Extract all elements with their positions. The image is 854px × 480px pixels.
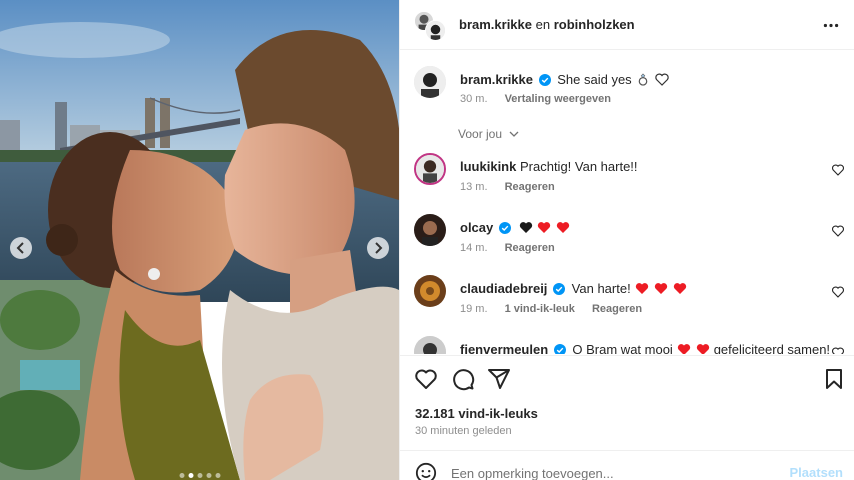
- reply-button[interactable]: Reageren: [505, 181, 555, 193]
- comment-time: 13 m.: [460, 181, 488, 193]
- like-count[interactable]: 32.181 vind-ik-leuks: [415, 406, 538, 421]
- red-heart-icon: [673, 283, 686, 294]
- translate-link[interactable]: Vertaling weergeven: [505, 93, 611, 105]
- post-header: bram.krikke en robinholzken: [400, 0, 854, 50]
- heart-outline-emoji-icon: [655, 73, 669, 86]
- reply-button[interactable]: Reageren: [592, 303, 642, 315]
- comment-username[interactable]: olcay: [460, 220, 493, 235]
- chevron-left-icon: [16, 242, 24, 254]
- comment-time: 14 m.: [460, 242, 488, 254]
- comments-list[interactable]: bram.krikke She said yes 30 m. Vertaling…: [400, 51, 854, 354]
- avatar[interactable]: [414, 66, 446, 98]
- next-photo-button[interactable]: [367, 237, 389, 259]
- verified-icon: [553, 344, 566, 354]
- more-icon: [823, 23, 839, 27]
- more-options-button[interactable]: [821, 15, 841, 35]
- avatar[interactable]: [414, 153, 446, 185]
- comment-username[interactable]: luukikink: [460, 159, 516, 174]
- reply-button[interactable]: Reageren: [505, 242, 555, 254]
- comment-row: luukikink Prachtig! Van harte!! 13 m. Re…: [414, 153, 844, 198]
- comment-like-count[interactable]: 1 vind-ik-leuk: [505, 303, 575, 315]
- heart-icon[interactable]: [832, 225, 844, 237]
- avatar[interactable]: [414, 336, 446, 354]
- photo-image: [0, 0, 399, 480]
- avatar[interactable]: [414, 214, 446, 246]
- post-time: 30 minuten geleden: [415, 425, 512, 437]
- comment-text-continued: gefeliciteerd samen!: [713, 342, 831, 354]
- carousel-dot: [215, 473, 220, 478]
- verified-icon: [498, 222, 511, 234]
- caption-time: 30 m.: [460, 93, 488, 105]
- comment-text: Prachtig! Van harte!!: [519, 159, 638, 174]
- caption: bram.krikke She said yes 30 m. Vertaling…: [414, 66, 844, 111]
- red-heart-icon: [636, 283, 649, 294]
- caption-text: She said yes: [557, 72, 632, 87]
- black-heart-icon: [519, 222, 532, 233]
- comment-text: O Bram wat mooi: [572, 342, 673, 354]
- verified-icon: [538, 74, 551, 86]
- caption-username[interactable]: bram.krikke: [460, 72, 533, 87]
- avatar[interactable]: [414, 275, 446, 307]
- comment-text: Van harte!: [571, 281, 631, 296]
- previous-photo-button[interactable]: [10, 237, 32, 259]
- carousel-dot: [179, 473, 184, 478]
- red-heart-icon: [537, 222, 551, 233]
- heart-icon[interactable]: [832, 347, 844, 354]
- collaborator-username[interactable]: robinholzken: [554, 17, 635, 32]
- red-heart-icon: [696, 344, 710, 354]
- comment-time: 19 m.: [460, 303, 488, 315]
- comment-username[interactable]: claudiadebreij: [460, 281, 547, 296]
- smile-icon[interactable]: [415, 462, 437, 480]
- comments-filter-button[interactable]: Voor jou: [458, 127, 519, 141]
- bookmark-icon[interactable]: [822, 367, 846, 391]
- comment-icon[interactable]: [451, 367, 475, 391]
- like-heart-icon[interactable]: [414, 367, 438, 391]
- heart-icon[interactable]: [832, 286, 844, 298]
- heart-icon[interactable]: [832, 164, 844, 176]
- chevron-right-icon: [375, 242, 383, 254]
- post-author-line: bram.krikke en robinholzken: [459, 17, 635, 32]
- comment-composer: Plaatsen: [400, 450, 854, 480]
- ring-icon: [638, 73, 648, 86]
- collab-avatars[interactable]: [414, 11, 446, 41]
- comments-filter-label: Voor jou: [458, 127, 503, 141]
- author-joiner: en: [535, 17, 551, 32]
- author-username[interactable]: bram.krikke: [459, 17, 532, 32]
- post-actions: 32.181 vind-ik-leuks 30 minuten geleden: [400, 355, 854, 450]
- comment-row: olcay 14 m. Reageren: [414, 214, 844, 259]
- carousel-dot: [188, 473, 193, 478]
- red-heart-icon: [654, 283, 668, 294]
- comment-row: claudiadebreij Van harte! 19 m. 1 vind-i…: [414, 275, 844, 320]
- share-icon[interactable]: [487, 367, 511, 391]
- carousel-dot: [197, 473, 202, 478]
- comment-input[interactable]: [451, 463, 771, 480]
- chevron-down-icon: [509, 131, 519, 137]
- carousel-dot: [206, 473, 211, 478]
- red-heart-icon: [678, 344, 691, 354]
- post-side-panel: bram.krikke en robinholzken bram.krikke …: [399, 0, 854, 480]
- avatar[interactable]: [425, 20, 446, 41]
- red-heart-icon: [556, 222, 569, 233]
- verified-icon: [553, 283, 566, 295]
- comment-username[interactable]: fienvermeulen: [460, 342, 548, 354]
- carousel-dots: [179, 473, 220, 478]
- post-comment-button[interactable]: Plaatsen: [790, 465, 843, 480]
- comment-row: fienvermeulen O Bram wat mooi gefelicite…: [414, 336, 844, 354]
- post-photo[interactable]: [0, 0, 399, 480]
